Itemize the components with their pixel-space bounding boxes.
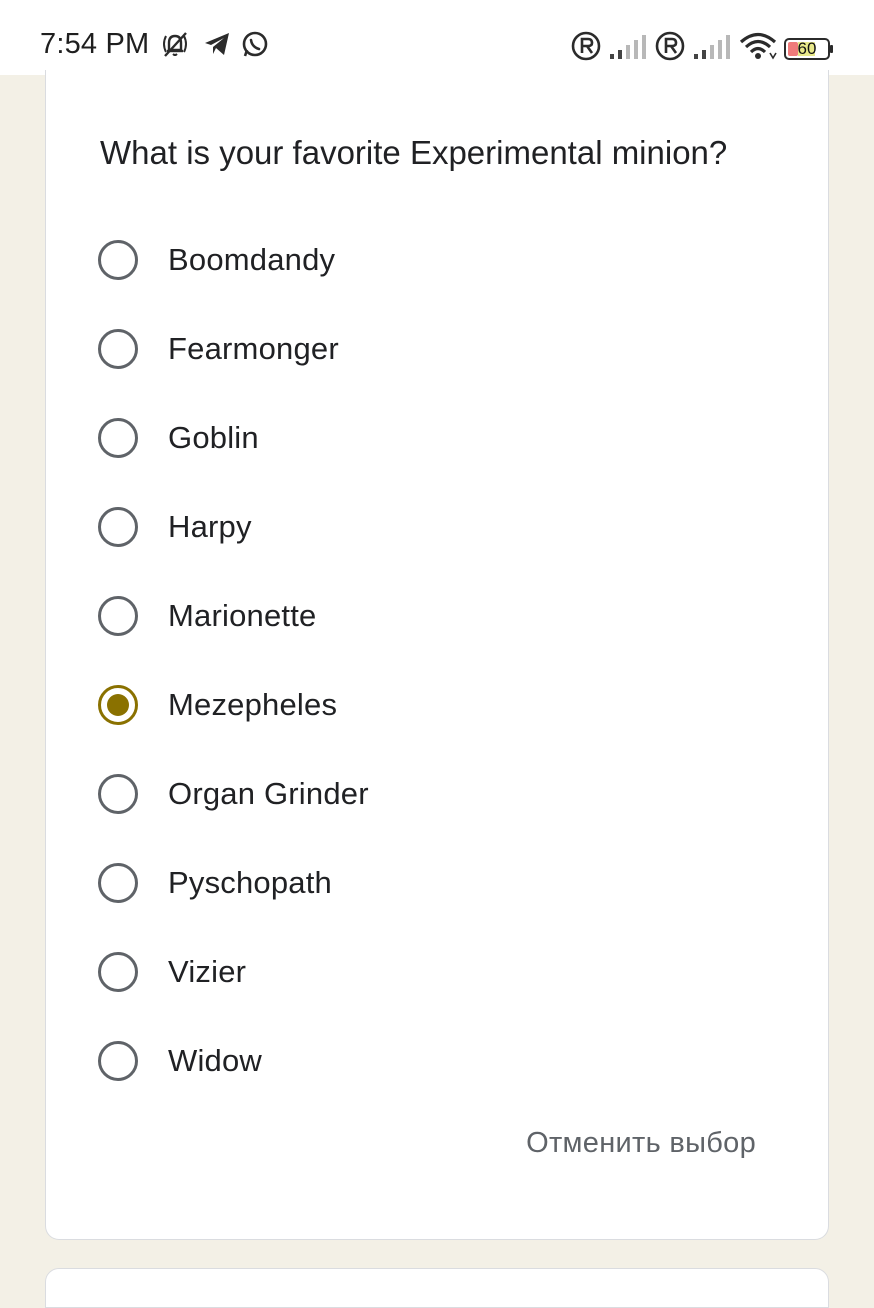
radio-button[interactable]: [98, 506, 138, 547]
radio-option[interactable]: Widow: [98, 1016, 778, 1105]
option-label: Goblin: [168, 419, 259, 455]
question-title: What is your favorite Experimental minio…: [100, 134, 728, 171]
next-question-card: [45, 1268, 829, 1308]
muted-bell-icon: [156, 28, 194, 65]
radio-button[interactable]: [98, 951, 138, 992]
radio-button[interactable]: [98, 1040, 138, 1081]
signal-icon: [692, 32, 732, 65]
telegram-icon: [202, 29, 232, 64]
radio-button[interactable]: [98, 417, 138, 458]
status-bar: 7:54 PM 60: [0, 0, 874, 75]
radio-option[interactable]: Mezepheles: [98, 660, 778, 749]
radio-option[interactable]: Goblin: [98, 393, 778, 482]
clear-selection-button[interactable]: Отменить выбор: [526, 1127, 756, 1160]
radio-button[interactable]: [98, 684, 138, 725]
roaming-icon: [654, 30, 686, 67]
option-label: Mezepheles: [168, 686, 338, 722]
roaming-icon: [570, 30, 602, 67]
radio-option[interactable]: Organ Grinder: [98, 749, 778, 838]
option-label: Vizier: [168, 953, 247, 989]
radio-group: Boomdandy Fearmonger Goblin Harpy Marion…: [98, 215, 778, 1105]
battery-icon: 60: [784, 37, 834, 60]
radio-button[interactable]: [98, 239, 138, 280]
option-label: Organ Grinder: [168, 775, 369, 811]
radio-option[interactable]: Fearmonger: [98, 304, 778, 393]
radio-option[interactable]: Boomdandy: [98, 215, 778, 304]
status-time: 7:54 PM: [40, 28, 150, 60]
option-label: Marionette: [168, 597, 317, 633]
radio-button[interactable]: [98, 862, 138, 903]
radio-option[interactable]: Harpy: [98, 482, 778, 571]
radio-option[interactable]: Vizier: [98, 927, 778, 1016]
battery-level: 60: [797, 38, 817, 58]
radio-option[interactable]: Pyschopath: [98, 838, 778, 927]
option-label: Harpy: [168, 508, 252, 544]
system-icons: 60: [570, 30, 834, 67]
option-label: Widow: [168, 1042, 263, 1078]
option-label: Pyschopath: [168, 864, 332, 900]
radio-selected-dot: [107, 693, 129, 716]
option-label: Fearmonger: [168, 330, 339, 366]
whatsapp-icon: [240, 29, 270, 64]
radio-button[interactable]: [98, 773, 138, 814]
wifi-icon: [738, 31, 778, 66]
radio-button[interactable]: [98, 328, 138, 369]
option-label: Boomdandy: [168, 241, 336, 277]
signal-icon: [608, 32, 648, 65]
question-card: What is your favorite Experimental minio…: [45, 70, 829, 1240]
notification-icons: [156, 28, 270, 65]
radio-option[interactable]: Marionette: [98, 571, 778, 660]
radio-button[interactable]: [98, 595, 138, 636]
